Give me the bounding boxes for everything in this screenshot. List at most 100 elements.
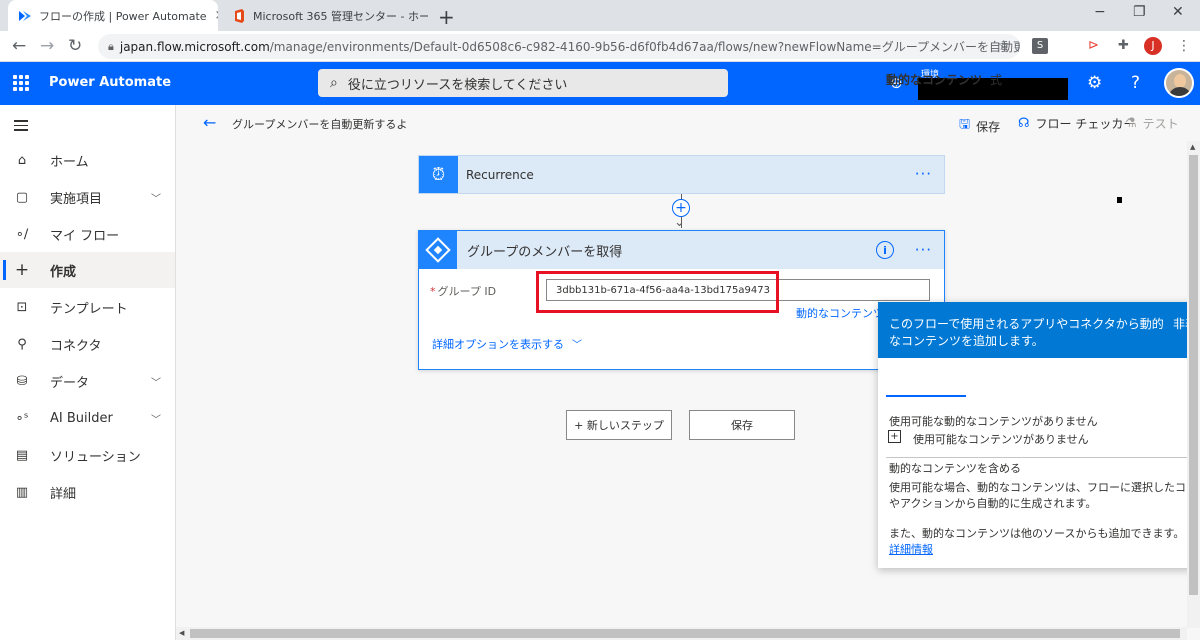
maximize-button[interactable]: ❐ (1133, 4, 1146, 20)
include-body-line2: やアクションから自動的に生成されます。 (889, 497, 1097, 510)
expand-plus-icon[interactable]: + (888, 430, 901, 443)
show-advanced-options-link[interactable]: 詳細オプションを表示する ﹀ (432, 336, 582, 352)
extensions-puzzle-icon[interactable]: ✚ (1118, 38, 1134, 54)
back-arrow-icon[interactable]: ← (203, 113, 216, 132)
nav-item-templates[interactable]: ⊡ テンプレート (0, 289, 175, 325)
home-icon: ⌂ (17, 152, 27, 168)
help-icon[interactable]: ? (1131, 73, 1140, 93)
scroll-thumb[interactable] (1189, 155, 1198, 595)
save-button[interactable]: 保存 (689, 410, 795, 440)
browser-tab-m365-admin[interactable]: Microsoft 365 管理センター - ホーム × (222, 0, 428, 31)
browser-menu-icon[interactable]: ⋮ (1177, 38, 1193, 54)
card-title: グループのメンバーを取得 (467, 244, 623, 260)
group-id-label: * グループ ID (430, 283, 496, 299)
learn-more-link[interactable]: 詳細情報 (889, 541, 933, 557)
app-header: Power Automate ⌕ 役に立つリソースを検索してください ⊕ 環境 … (0, 62, 1200, 105)
horizontal-scrollbar[interactable]: ◀ (176, 627, 1187, 640)
new-step-button[interactable]: + 新しいステップ (566, 410, 672, 440)
required-marker: * (430, 285, 436, 298)
search-placeholder: 役に立つリソースを検索してください (347, 77, 568, 93)
settings-gear-icon[interactable]: ⚙ (1087, 73, 1102, 93)
url-host: japan.flow.microsoft.com (119, 39, 270, 54)
chevron-down-icon[interactable]: ﹀ (151, 190, 161, 205)
chevron-down-icon[interactable]: ﹀ (151, 374, 161, 389)
nav-label: コネクタ (50, 338, 102, 354)
extension-record-icon[interactable]: ⊳ (1088, 38, 1104, 54)
save-command[interactable]: 🖫︎ 保存 (959, 115, 1000, 137)
connector-icon: ⚲ (17, 336, 27, 352)
new-tab-button[interactable]: + (438, 5, 455, 29)
nav-item-action-items[interactable]: ▢ 実施項目 ﹀ (0, 179, 175, 215)
field-label-text: グループ ID (437, 285, 497, 298)
window-close-button[interactable]: ✕ (1172, 4, 1184, 20)
forward-arrow-icon[interactable]: → (40, 36, 54, 56)
nav-item-solutions[interactable]: ▤ ソリューション (0, 437, 175, 473)
nav-item-connectors[interactable]: ⚲ コネクタ (0, 326, 175, 362)
test-command[interactable]: ⚗ テスト (1125, 115, 1179, 132)
app-launcher-icon[interactable] (13, 75, 29, 91)
card-header[interactable]: グループのメンバーを取得 i ··· (419, 231, 944, 269)
url-path: /manage/environments/Default-0d6508c6-c9… (269, 40, 1020, 54)
nav-item-my-flows[interactable]: ∘∕ マイ フロー (0, 216, 175, 252)
stethoscope-icon: ☊ (1018, 116, 1030, 131)
minimize-button[interactable]: − (1094, 4, 1106, 20)
extension-s-icon[interactable]: S (1032, 38, 1048, 54)
hamburger-menu-icon[interactable] (14, 120, 28, 131)
include-body-line1: 使用可能な場合、動的なコンテンツは、フローに選択したコネ (889, 481, 1197, 494)
more-options-icon[interactable]: ··· (915, 165, 932, 183)
address-bar[interactable]: 🔒︎ japan.flow.microsoft.com/manage/envir… (98, 34, 1020, 59)
bookmark-star-icon[interactable]: ☆ (997, 38, 1010, 54)
tab-title: フローの作成 | Power Automate (39, 9, 207, 23)
clipboard-icon: ▢ (15, 189, 29, 205)
chevron-down-icon: ﹀ (572, 340, 582, 351)
flow-name[interactable]: グループメンバーを自動更新するよ (232, 116, 407, 132)
nav-label: 作成 (50, 264, 77, 280)
azure-ad-icon (419, 231, 457, 269)
flow-checker-label: フロー チェッカー (1035, 117, 1136, 131)
nav-item-home[interactable]: ⌂ ホーム (0, 142, 175, 178)
nav-item-learn[interactable]: ▥ 詳細 (0, 474, 175, 510)
nav-item-data[interactable]: ⛁ データ ﹀ (0, 363, 175, 399)
tab-close-icon[interactable]: × (207, 8, 218, 23)
lock-icon: 🔒︎ (108, 39, 114, 53)
save-label: 保存 (976, 119, 1001, 134)
nav-item-ai-builder[interactable]: ∘ˢ AI Builder ﹀ (0, 400, 175, 436)
reload-icon[interactable]: ↻ (68, 36, 82, 56)
browser-toolbar: ← → ↻ 🔒︎ japan.flow.microsoft.com/manage… (0, 31, 1200, 62)
more-options-icon[interactable]: ··· (915, 241, 932, 259)
recurrence-trigger-card[interactable]: ⏰︎ Recurrence ··· (418, 155, 945, 194)
info-icon[interactable]: i (876, 241, 894, 259)
nav-label: テンプレート (50, 301, 128, 317)
nav-label: 詳細 (50, 486, 77, 502)
highlight-annotation-box (536, 271, 779, 313)
scroll-left-icon[interactable]: ◀ (179, 629, 184, 637)
add-dynamic-content-link[interactable]: 動的なコンテンツ (796, 305, 878, 321)
chevron-down-icon[interactable]: ﹀ (151, 411, 161, 426)
back-arrow-icon[interactable]: ← (12, 36, 26, 56)
profile-avatar[interactable]: J (1144, 37, 1162, 55)
arrow-down-icon: ⌄ (674, 215, 685, 230)
tab-title: Microsoft 365 管理センター - ホーム (253, 9, 428, 23)
flow-checker-command[interactable]: ☊ フロー チェッカー (1018, 115, 1135, 132)
scroll-thumb[interactable] (190, 629, 1180, 638)
app-name[interactable]: Power Automate (49, 75, 171, 90)
book-icon: ▥ (15, 484, 29, 500)
resource-search-input[interactable]: ⌕ 役に立つリソースを検索してください (318, 69, 728, 97)
vertical-scrollbar[interactable]: ▲ (1187, 141, 1200, 628)
scroll-up-icon[interactable]: ▲ (1190, 143, 1195, 151)
nav-label: 実施項目 (50, 191, 103, 207)
panel-divider (886, 457, 1200, 458)
include-heading: 動的なコンテンツを含める (889, 462, 1021, 475)
solution-icon: ▤ (15, 447, 29, 463)
tab-dynamic-content[interactable]: 動的なコンテンツ (886, 71, 982, 88)
test-label: テスト (1142, 117, 1179, 131)
browser-tab-power-automate[interactable]: フローの作成 | Power Automate × (8, 0, 218, 31)
template-icon: ⊡ (16, 299, 28, 315)
flask-icon: ⚗ (1125, 116, 1137, 131)
stray-mark (1117, 197, 1122, 203)
advanced-options-label: 詳細オプションを表示する (432, 338, 564, 351)
tab-expression[interactable]: 式 (990, 71, 1002, 88)
nav-item-create[interactable]: + 作成 (0, 252, 175, 288)
active-tab-indicator (886, 395, 966, 397)
user-avatar[interactable] (1164, 68, 1194, 98)
